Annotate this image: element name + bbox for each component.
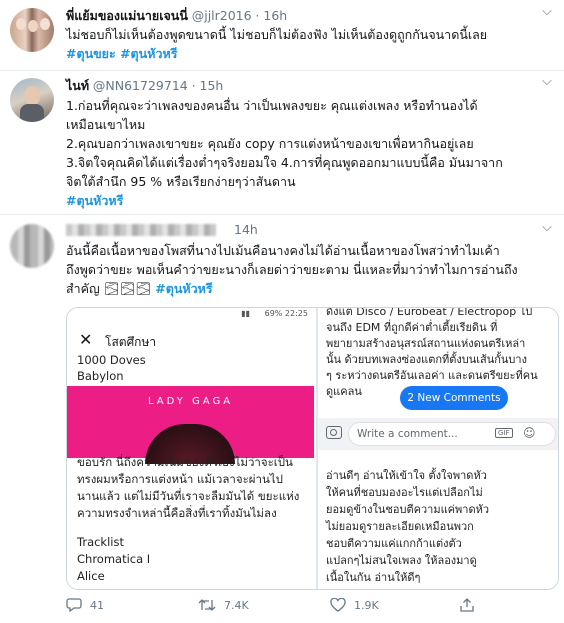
list-item: 1000 Doves <box>77 353 146 367</box>
reply-count: 41 <box>90 598 104 612</box>
article-line: ดังแต่ Disco / Eurobeat / Electropop ไป <box>326 307 533 318</box>
tweet-time[interactable]: 14h <box>234 222 258 237</box>
share-button[interactable] <box>460 598 474 612</box>
tweet-line: 1.ก่อนที่คุณจะว่าเพลงของคนอื่น ว่าเป็นเพ… <box>66 98 478 113</box>
tweet-2: ไนท์ @NN61729714 · 15h ⌵ 1.ก่อนที่คุณจะว… <box>0 72 564 212</box>
tweet-line: จิตใต้สำนึก 95 % หรือเรียกง่ายๆว่าสันดาน <box>66 174 296 189</box>
article-line: ดูแคลน <box>326 385 362 398</box>
user-handle[interactable]: @jjlr2016 <box>192 8 252 23</box>
article-line: จนถึง EDM ที่ถูกดีค่าต่ำเตี้ยเรียดิน ที่ <box>326 321 498 334</box>
retweet-icon <box>198 599 216 611</box>
status-text: 69% 22:25 <box>264 309 308 318</box>
retweet-count: 7.4K <box>224 598 249 612</box>
reply-button[interactable]: 41 <box>66 598 104 612</box>
tweet-actions: 41 7.4K 1.9K <box>0 596 564 618</box>
album-banner: LADY GAGA <box>67 386 314 464</box>
tweet-line-last: สำคัญ 🌫🌫🌫 #ตุนหัวหรี <box>66 279 518 298</box>
reply-icon <box>66 598 82 612</box>
page-title: โสตศึกษา <box>105 335 157 349</box>
paragraph-line: ความทรงจำเหล่านี้คือสิ่งที่เราทิ้งมันไม่… <box>77 506 277 520</box>
comment-screenshot: ดังแต่ Disco / Eurobeat / Electropop ไป … <box>316 307 558 589</box>
comment-line: ไม่ยอมดูรายละเอียดเหมือนพวก <box>326 520 474 533</box>
paragraph-line: นานแล้ว แต่ไม่มีวันที่เราจะลืมมันได้ ขยะ… <box>77 489 300 503</box>
paragraph-line: ทรงผมหรือการแต่งหน้า แม้เวลาจะผ่านไป <box>77 472 283 486</box>
tweet-line: เหมือนเขาไหม <box>66 117 146 132</box>
tweet-time[interactable]: · 15h <box>192 78 224 93</box>
comment-placeholder: Write a comment... <box>357 428 458 440</box>
comment-bar: Write a comment... GIF ☺ <box>318 418 558 450</box>
emoji-icon[interactable]: ☺ <box>523 426 536 440</box>
tweet-time[interactable]: · 16h <box>255 8 287 23</box>
track-item: Chromatica I <box>77 552 151 566</box>
comment-line: ชอบตีความแค่แกกก้าแต่งตัว <box>326 537 462 550</box>
tweet-text: สำคัญ <box>66 281 100 296</box>
display-name-blurred[interactable] <box>66 224 216 236</box>
gif-icon[interactable]: GIF <box>495 428 513 438</box>
like-button[interactable]: 1.9K <box>330 598 379 612</box>
chevron-down-icon[interactable]: ⌵ <box>542 74 552 89</box>
display-name[interactable]: พี่แย้มของแม่นายเจนนี่ <box>66 8 188 23</box>
comment-line: แปลกๆไม่สนใจเพลง ให้ลองมาดู <box>326 554 477 567</box>
chevron-down-icon[interactable]: ⌵ <box>542 4 552 19</box>
comment-input[interactable]: Write a comment... GIF ☺ <box>348 422 556 446</box>
article-line: ๆ ระหว่างดนตรีอันเลอค่า และดนตรีขยะที่คน <box>326 369 538 382</box>
hashtag[interactable]: #ตุนหัวหรี <box>66 191 503 210</box>
new-comments-button[interactable]: 2 New Comments <box>400 386 508 410</box>
hashtags[interactable]: #ตุนขยะ #ตุนหัวหรี <box>66 44 177 63</box>
camera-icon[interactable] <box>326 426 342 439</box>
attached-image[interactable]: 69% 22:25 ▮▮ ✕ โสตศึกษา 1000 Doves Babyl… <box>66 307 559 590</box>
article-line: พยายามสร้างอนุสรณ์สถานแห่งดนตรีเหล่า <box>326 337 526 350</box>
article-line: นั้น ด้วยบทเพลงซ่องแตกที่ตั้งบนเส้นกั้นบ… <box>326 353 527 366</box>
paragraph-line: ขอบรัก นี่ถึงความเฉิ่มของตัวเองไม่ว่าจะเ… <box>77 455 293 469</box>
close-icon[interactable]: ✕ <box>79 330 92 349</box>
banner-text: LADY GAGA <box>147 396 234 407</box>
list-item: Babylon <box>77 369 124 383</box>
heart-icon <box>330 598 346 612</box>
tweet-1: พี่แย้มของแม่นายเจนนี่ @jjlr2016 · 16h ⌵… <box>0 0 564 68</box>
display-name[interactable]: ไนท์ <box>66 78 89 93</box>
share-icon <box>460 598 474 612</box>
tracklist-label: Tracklist <box>77 535 124 549</box>
comment-line: ยอมดูข้างในชอบตีความแค่พาดหัว <box>326 503 490 516</box>
tweet-line: 3.จิตใจคุณคิดได้แต่เรื่องต่ำๆจริงยอมใจ 4… <box>66 155 503 170</box>
like-count: 1.9K <box>354 598 379 612</box>
tweet-line: 2.คุณบอกว่าเพลงเขาขยะ คุณยัง copy การแต่… <box>66 136 474 151</box>
chevron-down-icon[interactable]: ⌵ <box>542 220 552 235</box>
avatar-blurred[interactable] <box>10 224 54 268</box>
retweet-button[interactable]: 7.4K <box>198 598 249 612</box>
tweet-text: ไม่ชอบก็ไม่เห็นต้องพูดขนาดนี้ ไม่ชอบก็ไม… <box>66 27 488 42</box>
user-handle[interactable]: @NN61729714 <box>93 78 188 93</box>
comment-line: ให้คนที่ชอบมองอะไรแต่เปลือกไม่ <box>326 486 483 499</box>
divider <box>0 70 564 71</box>
signal-icon: ▮▮ <box>241 309 250 318</box>
comment-line: อ่านดีๆ อ่านให้เข้าใจ ตั้งใจพาดหัว <box>326 469 487 482</box>
status-bar: 69% 22:25 ▮▮ <box>67 308 314 322</box>
track-item: Alice <box>77 569 105 583</box>
phone-screenshot: 69% 22:25 ▮▮ ✕ โสตศึกษา 1000 Doves Babyl… <box>67 308 314 589</box>
comment-line: เนื้อในกัน อ่านให้ดีๆ <box>326 571 421 584</box>
tweet-line: อันนี้คือเนื้อหาของโพสที่นางไปเม้นคือนาง… <box>66 243 500 258</box>
avatar[interactable] <box>10 78 54 122</box>
emoji: 🌫🌫🌫 <box>103 281 152 296</box>
hashtag[interactable]: #ตุนหัวหรี <box>155 281 212 296</box>
divider <box>0 214 564 215</box>
avatar[interactable] <box>10 8 54 52</box>
tweet-line: ถึงพูดว่าขยะ พอเห็นคำว่าขยะนางก็เลยด่าว่… <box>66 262 518 277</box>
